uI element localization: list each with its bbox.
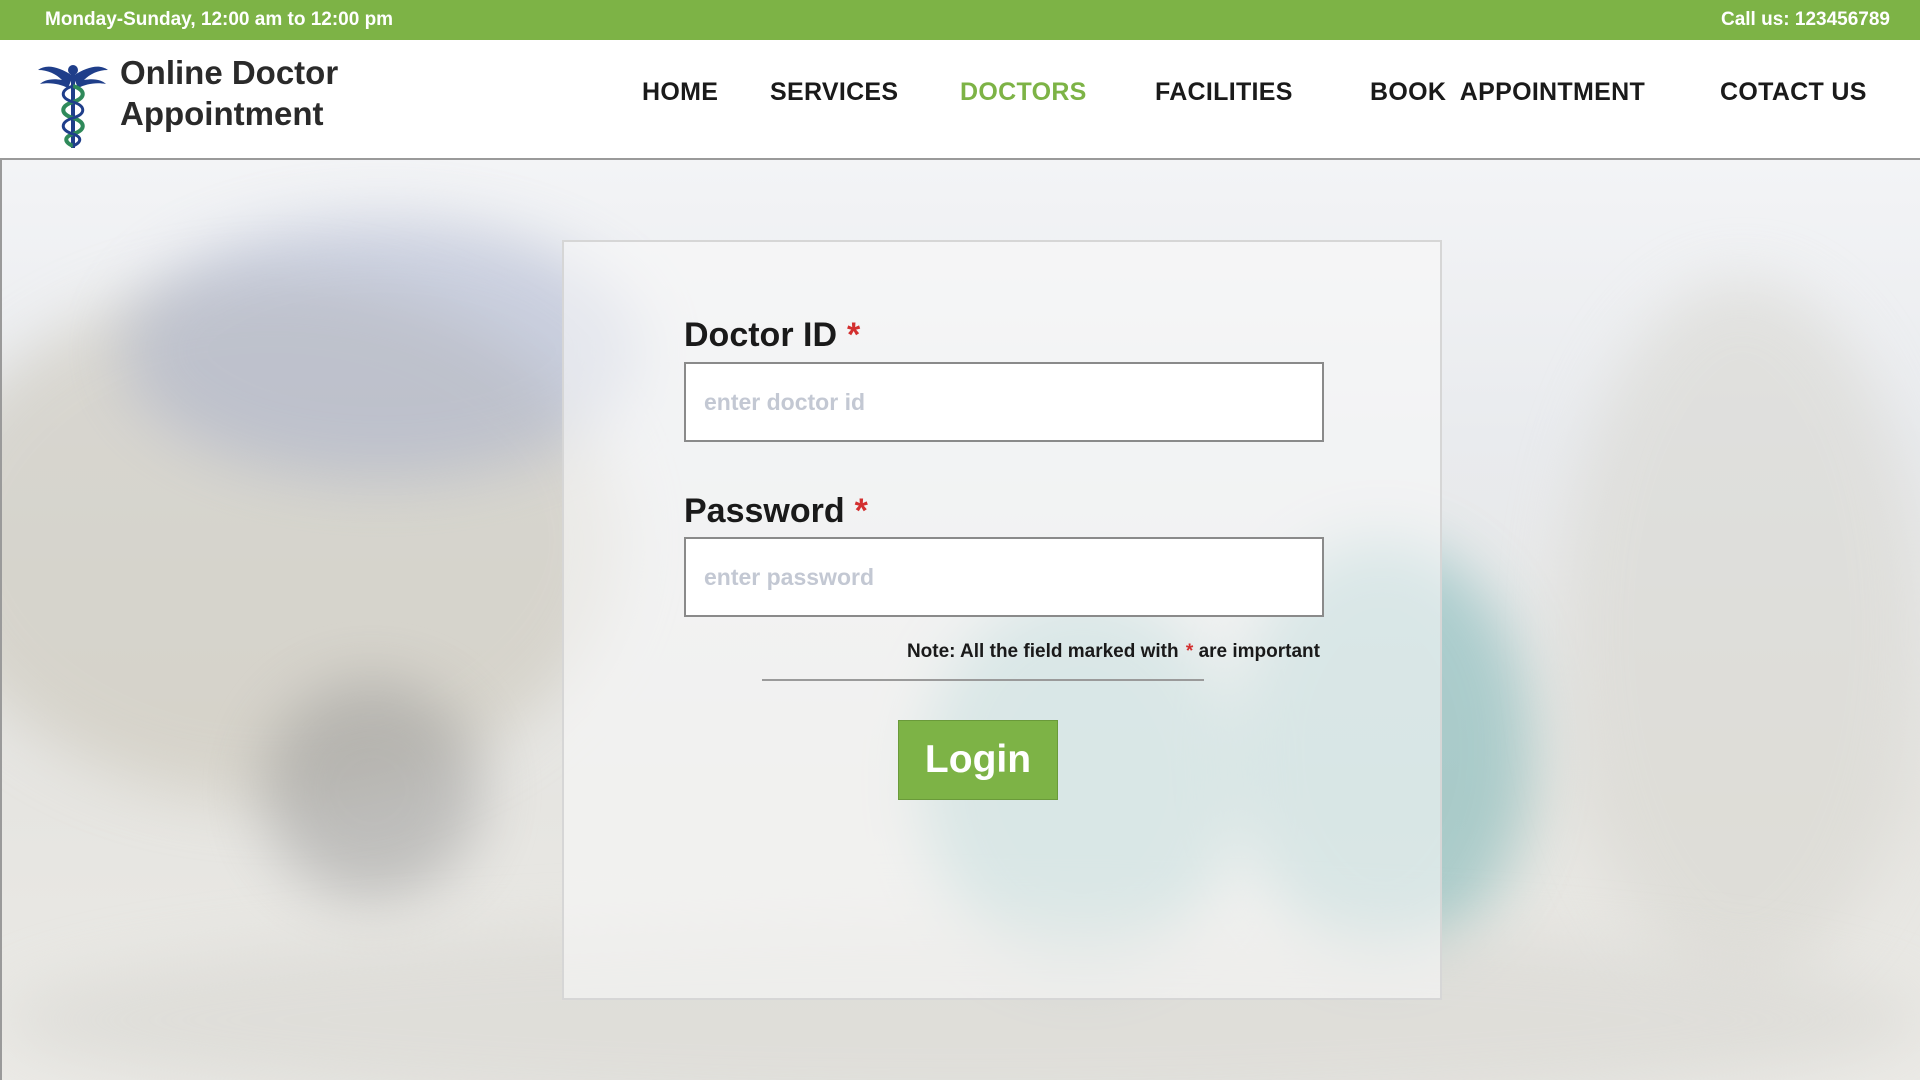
doctor-id-label: Doctor ID * xyxy=(684,316,860,355)
nav-facilities[interactable]: FACILITIES xyxy=(1155,78,1293,107)
nav-contact-us[interactable]: COTACT US xyxy=(1720,78,1867,107)
nav-services[interactable]: SERVICES xyxy=(770,78,898,107)
blurred-wheel xyxy=(262,680,482,900)
doctor-id-label-text: Doctor ID xyxy=(684,316,837,354)
blurred-wall xyxy=(1562,280,1920,980)
main-nav: HOME SERVICES DOCTORS FACILITIES BOOK AP… xyxy=(0,78,1920,112)
doctor-id-input[interactable] xyxy=(684,362,1324,442)
login-card: Doctor ID* Password* Note: All the field… xyxy=(562,240,1442,1000)
note-required-mark: * xyxy=(1185,641,1194,662)
password-label: Password * xyxy=(684,492,868,531)
top-info-bar: Monday-Sunday, 12:00 am to 12:00 pm Call… xyxy=(0,0,1920,40)
required-mark: * xyxy=(854,492,868,530)
password-label-text: Password xyxy=(684,492,845,530)
site-header: Online Doctor Appointment HOME SERVICES … xyxy=(0,40,1920,160)
password-input[interactable] xyxy=(684,537,1324,617)
form-divider xyxy=(762,679,1204,681)
required-mark: * xyxy=(847,316,861,354)
nav-book-appointment[interactable]: BOOK APPOINTMENT xyxy=(1370,78,1645,107)
required-note: Note: All the field marked with * are im… xyxy=(907,641,1320,663)
hero-background: Doctor ID* Password* Note: All the field… xyxy=(0,160,1920,1080)
note-prefix: Note: All the field marked with xyxy=(906,641,1179,662)
nav-home[interactable]: HOME xyxy=(642,78,718,107)
phone-number: Call us: 123456789 xyxy=(1720,9,1890,30)
nav-doctors[interactable]: DOCTORS xyxy=(960,78,1087,107)
login-button[interactable]: Login xyxy=(898,720,1058,800)
note-suffix: are important xyxy=(1198,641,1320,662)
opening-hours: Monday-Sunday, 12:00 am to 12:00 pm xyxy=(45,9,394,30)
